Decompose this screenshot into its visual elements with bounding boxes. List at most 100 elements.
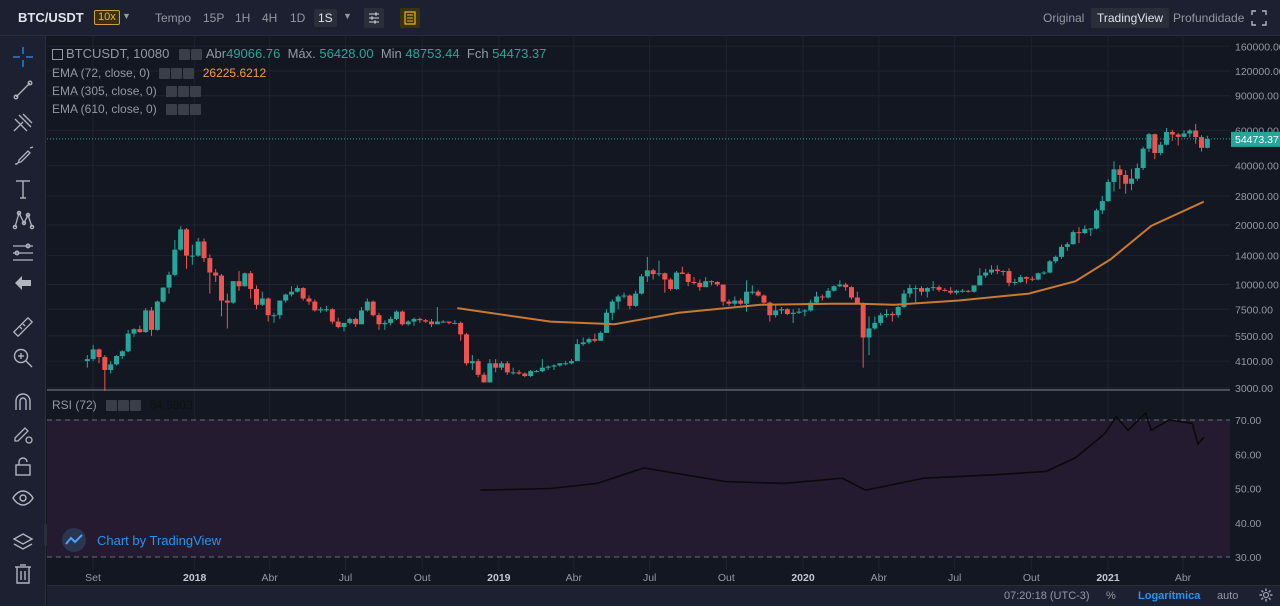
candle (580, 337, 586, 346)
stay-drawing-icon[interactable] (11, 422, 35, 446)
time-tick-label: Jul (948, 572, 961, 584)
ema-72-value: 26225.6212 (202, 66, 267, 80)
timeframe-1d[interactable]: 1D (290, 11, 305, 25)
brush-icon[interactable] (11, 144, 35, 168)
candle (102, 355, 108, 391)
candle (143, 308, 149, 333)
time-tick-label: Jul (339, 572, 352, 584)
price-tick-label: 90000.00 (1235, 91, 1279, 103)
tradingview-logo-icon[interactable] (61, 527, 87, 553)
leverage-caret-icon[interactable]: ▼ (122, 11, 131, 21)
candle-body (1064, 244, 1070, 247)
rsi-visibility-icon[interactable] (106, 400, 118, 412)
ema-72-title: EMA (72, close, 0) (52, 66, 151, 80)
leverage-badge[interactable]: 10x (94, 10, 120, 25)
watermark-link[interactable]: Chart by TradingView (97, 533, 221, 548)
ema-610-settings-icon[interactable] (178, 104, 190, 116)
candle-body (919, 288, 924, 292)
candle (154, 300, 160, 331)
indicators-settings-icon[interactable] (364, 8, 384, 28)
ema-305-settings-icon[interactable] (178, 86, 190, 98)
zoom-in-icon[interactable] (11, 346, 35, 370)
view-tradingview[interactable]: TradingView (1091, 8, 1170, 28)
trend-line-icon[interactable] (11, 78, 35, 102)
candle-body (499, 363, 504, 368)
trash-icon[interactable] (11, 562, 35, 586)
rsi-settings-icon[interactable] (118, 400, 130, 412)
ema-305-visibility-icon[interactable] (166, 86, 178, 98)
candle-body (353, 318, 359, 325)
candle-body (1047, 261, 1053, 273)
candle (574, 339, 580, 362)
lock-icon[interactable] (11, 454, 35, 478)
fib-retracement-icon[interactable] (11, 241, 35, 265)
close-value: 54473.37 (492, 46, 547, 61)
ema-72-remove-icon[interactable] (183, 68, 195, 80)
timeframe-1h[interactable]: 1H (235, 11, 250, 25)
ema-72-visibility-icon[interactable] (159, 68, 171, 80)
candle-body (639, 276, 644, 294)
percent-toggle[interactable]: % (1106, 590, 1116, 602)
pattern-icon[interactable] (11, 208, 35, 232)
layers-icon[interactable] (11, 530, 35, 554)
candle-body (440, 321, 446, 323)
rsi-tick-label: 50.00 (1235, 484, 1261, 496)
candle-body (487, 363, 493, 383)
price-chart[interactable] (47, 37, 1230, 570)
candle (872, 316, 878, 330)
crosshair-icon[interactable] (11, 45, 35, 69)
timeframe-more-icon[interactable]: ▼ (343, 11, 352, 21)
ruler-icon[interactable] (11, 315, 35, 339)
auto-scale-toggle[interactable]: auto (1217, 590, 1238, 602)
log-scale-toggle[interactable]: Logarítmica (1138, 590, 1200, 602)
ema-610-remove-icon[interactable] (190, 104, 202, 116)
candle (738, 298, 744, 305)
candle-body (469, 361, 475, 364)
candle (166, 271, 172, 294)
candle-body (1134, 168, 1140, 179)
timeframe-tempo[interactable]: Tempo (155, 11, 191, 25)
ema-72-settings-icon[interactable] (171, 68, 183, 80)
text-tool-icon[interactable] (11, 177, 35, 201)
view-profundidade[interactable]: Profundidade (1173, 11, 1244, 25)
back-arrow-icon[interactable] (11, 271, 35, 295)
candle-body (376, 315, 382, 325)
candle (1152, 133, 1158, 160)
high-value: 56428.00 (319, 46, 374, 61)
ema-610-visibility-icon[interactable] (166, 104, 178, 116)
collapse-legend-icon[interactable] (52, 49, 63, 61)
price-tick-label: 10000.00 (1235, 280, 1279, 292)
chart-settings-icon[interactable] (1259, 588, 1273, 602)
candle (1070, 230, 1076, 245)
price-axis[interactable]: 160000.00120000.0090000.0060000.0040000.… (1230, 37, 1280, 585)
candle (248, 271, 254, 299)
clock-label[interactable]: 07:20:18 (UTC-3) (1004, 590, 1090, 602)
candle (224, 293, 230, 329)
rsi-remove-icon[interactable] (130, 400, 142, 412)
ema-305-remove-icon[interactable] (190, 86, 202, 98)
open-label: Abr (205, 46, 227, 61)
pitchfork-icon[interactable] (11, 111, 35, 135)
symbol-label[interactable]: BTC/USDT (18, 10, 84, 25)
time-tick-label: Set (85, 572, 101, 584)
candle-body (172, 249, 178, 275)
legend-settings-icon[interactable] (178, 49, 190, 61)
eye-icon[interactable] (11, 486, 35, 510)
view-original[interactable]: Original (1043, 11, 1084, 25)
candle (522, 372, 528, 378)
fullscreen-icon[interactable] (1250, 9, 1268, 27)
candle-body (464, 334, 469, 364)
legend-settings-icon-2[interactable] (190, 49, 202, 61)
candle-body (1082, 228, 1088, 234)
timeframe-15p[interactable]: 15P (203, 11, 224, 25)
candle (370, 300, 376, 317)
time-axis[interactable]: Set 2018 Abr Jul Out 2019 Abr Jul Out 2020 Abr Jul O… (47, 570, 1230, 585)
candle (289, 286, 294, 297)
candle-body (784, 309, 790, 314)
candle (1059, 244, 1064, 259)
template-icon[interactable] (400, 8, 420, 28)
magnet-icon[interactable] (11, 390, 35, 414)
timeframe-1s[interactable]: 1S (314, 9, 337, 27)
candle (977, 268, 983, 286)
timeframe-4h[interactable]: 4H (262, 11, 277, 25)
